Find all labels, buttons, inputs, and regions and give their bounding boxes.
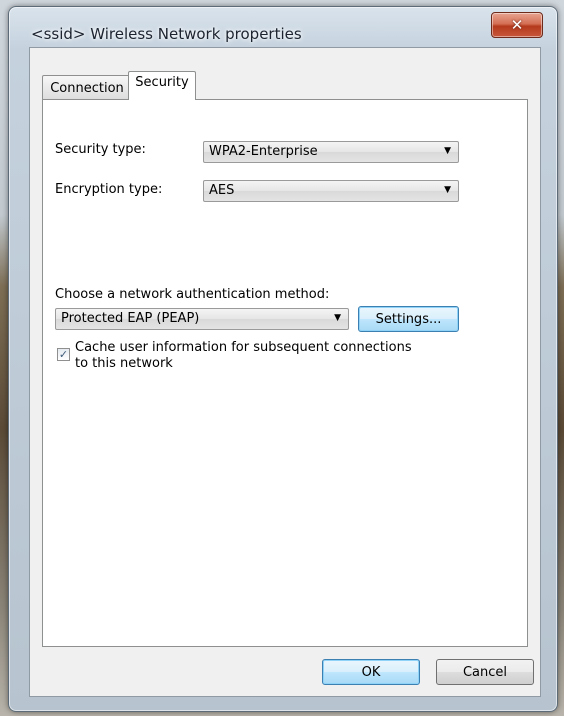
dropdown-arrow-icon: ▼	[334, 313, 341, 323]
dropdown-arrow-icon: ▼	[444, 146, 451, 156]
security-type-label: Security type:	[55, 142, 146, 157]
dropdown-arrow-icon: ▼	[444, 185, 451, 195]
checkmark-icon: ✓	[58, 348, 69, 361]
cancel-button[interactable]: Cancel	[436, 659, 534, 685]
encryption-type-label: Encryption type:	[55, 182, 163, 197]
security-type-dropdown[interactable]: WPA2-Enterprise ▼	[203, 141, 459, 163]
dialog-client-area: Connection Security Security type: WPA2-…	[29, 47, 541, 697]
auth-method-dropdown[interactable]: Protected EAP (PEAP) ▼	[55, 308, 349, 330]
close-icon: ✕	[510, 15, 524, 34]
security-type-value: WPA2-Enterprise	[209, 144, 318, 159]
security-tab-panel: Security type: WPA2-Enterprise ▼ Encrypt…	[42, 99, 528, 647]
tab-connection[interactable]: Connection	[42, 75, 132, 100]
settings-button[interactable]: Settings...	[358, 306, 459, 332]
dialog-window: <ssid> Wireless Network properties ✕ Con…	[8, 6, 558, 712]
ok-button[interactable]: OK	[322, 659, 420, 685]
cache-user-info-label-line1: Cache user information for subsequent co…	[75, 340, 412, 355]
cache-user-info-checkbox[interactable]: ✓	[57, 348, 70, 361]
encryption-type-value: AES	[209, 183, 235, 198]
auth-method-label: Choose a network authentication method:	[55, 287, 330, 302]
window-title: <ssid> Wireless Network properties	[31, 25, 302, 43]
tab-security[interactable]: Security	[128, 71, 196, 100]
close-button[interactable]: ✕	[491, 12, 543, 38]
encryption-type-dropdown[interactable]: AES ▼	[203, 180, 459, 202]
cache-user-info-label-line2: to this network	[75, 356, 173, 371]
auth-method-value: Protected EAP (PEAP)	[61, 311, 200, 326]
